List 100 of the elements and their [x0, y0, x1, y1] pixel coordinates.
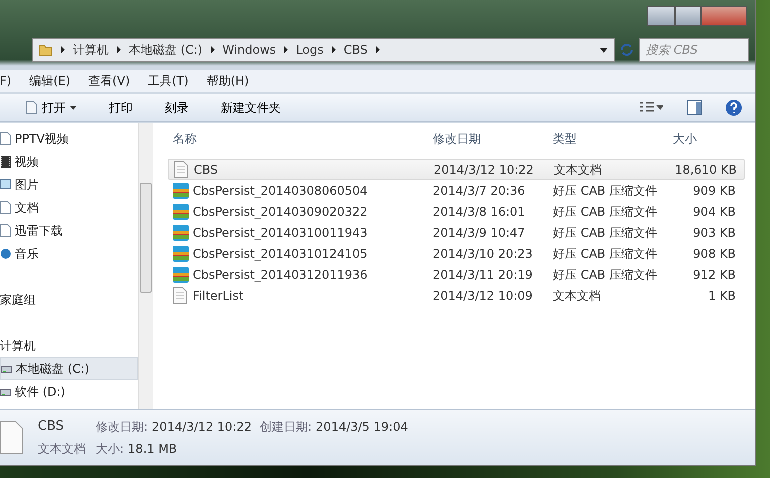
music-icon — [0, 246, 12, 260]
breadcrumb-item[interactable]: Windows — [222, 41, 276, 59]
toolbar-button[interactable]: 打开 — [14, 96, 89, 118]
file-row[interactable]: CBS 2014/3/12 10:22 文本文档 18,610 KB — [168, 159, 745, 180]
nav-item[interactable]: 本地磁盘 (C:) — [0, 357, 138, 380]
breadcrumb-item[interactable]: 计算机 — [73, 41, 109, 59]
column-header[interactable]: 类型 — [548, 130, 668, 148]
column-header[interactable]: 大小 — [668, 130, 740, 148]
table-cell-text: 好压 CAB 压缩文件 — [552, 266, 658, 284]
text-file-icon — [174, 160, 190, 178]
text-file-icon — [0, 421, 24, 455]
nav-item[interactable]: 图片 — [0, 173, 138, 196]
address-bar[interactable]: 计算机 本地磁盘 (C:) Windows Logs CBS — [32, 38, 615, 62]
breadcrumb-item[interactable]: Logs — [296, 41, 324, 59]
breadcrumb-item[interactable]: CBS — [344, 41, 368, 59]
view-list-icon[interactable] — [639, 100, 663, 114]
menu-item[interactable]: 编辑(E) — [30, 72, 71, 90]
close-button[interactable] — [701, 6, 747, 26]
chevron-icon — [376, 46, 380, 54]
file-name: CBS — [194, 162, 218, 178]
field-label: 修改日期: — [96, 419, 148, 436]
nav-item[interactable]: 文档 — [0, 196, 138, 219]
file-name: CbsPersist_20140309020322 — [193, 204, 368, 220]
toolbar-button[interactable]: 打印 — [97, 96, 145, 118]
table-cell-text: 18,610 KB — [674, 162, 738, 178]
nav-item[interactable]: 音乐 — [0, 242, 138, 265]
nav-item[interactable]: 家庭组 — [0, 288, 138, 311]
field-label: 大小: — [96, 441, 124, 458]
breadcrumb-item[interactable]: 本地磁盘 (C:) — [129, 41, 203, 59]
archive-icon — [173, 224, 189, 242]
dropdown-icon — [600, 48, 608, 52]
chevron-icon — [332, 46, 336, 54]
file-name: CBS — [38, 418, 66, 436]
nav-item[interactable]: PPTV视频 — [0, 127, 138, 150]
nav-item[interactable]: 软件 (D:) — [0, 380, 138, 403]
file-row[interactable]: FilterList 2014/3/12 10:09 文本文档 1 KB — [168, 285, 745, 306]
table-cell-text: 2014/3/7 20:36 — [432, 182, 526, 200]
file-row[interactable]: CbsPersist_20140310011943 2014/3/9 10:47 好压 CAB 压缩文件 903 KB — [168, 222, 745, 243]
archive-icon — [173, 202, 189, 220]
file-name: CbsPersist_20140310124105 — [193, 246, 368, 262]
maximize-button[interactable] — [675, 6, 701, 26]
minimize-button[interactable] — [647, 6, 675, 26]
field-value: 2014/3/12 10:22 — [152, 419, 252, 436]
table-cell-text: 好压 CAB 压缩文件 — [552, 246, 658, 262]
chevron-icon — [117, 46, 121, 54]
file-name: CbsPersist_20140310011943 — [193, 224, 368, 242]
table-cell-text: 2014/3/12 10:09 — [432, 288, 534, 304]
file-row[interactable]: CbsPersist_20140308060504 2014/3/7 20:36 好压 CAB 压缩文件 909 KB — [168, 180, 745, 201]
search-field[interactable]: 搜索 CBS — [639, 38, 749, 62]
archive-icon — [173, 266, 189, 284]
document-icon — [26, 100, 38, 114]
table-cell-text: 2014/3/9 10:47 — [432, 224, 526, 242]
file-row[interactable]: CbsPersist_20140309020322 2014/3/8 16:01 好压 CAB 压缩文件 904 KB — [168, 201, 745, 222]
field-value: 18.1 MB — [128, 441, 178, 458]
chevron-icon — [284, 46, 288, 54]
folder-icon — [39, 43, 53, 57]
text-file-icon — [173, 286, 189, 304]
film-icon — [0, 154, 12, 168]
file-name: FilterList — [193, 288, 244, 304]
chevron-icon — [61, 46, 65, 54]
menu-item[interactable]: 帮助(H) — [206, 72, 250, 90]
menu-item[interactable]: F) — [0, 72, 12, 90]
help-icon[interactable] — [725, 98, 743, 116]
table-cell-text: 908 KB — [692, 246, 737, 262]
file-name: CbsPersist_20140308060504 — [193, 182, 368, 200]
file-row[interactable]: CbsPersist_20140312011936 2014/3/11 20:19 好压 CAB 压缩文件 912 KB — [168, 264, 745, 285]
table-cell-text: 2014/3/12 10:22 — [433, 162, 535, 178]
nav-item[interactable]: 迅雷下载 — [0, 219, 138, 242]
table-cell-text: 1 KB — [707, 288, 737, 304]
toolbar-button[interactable]: 新建文件夹 — [209, 96, 293, 118]
table-cell-text: 好压 CAB 压缩文件 — [552, 182, 658, 200]
archive-icon — [173, 244, 189, 262]
table-cell-text: 好压 CAB 压缩文件 — [552, 224, 658, 242]
file-type: 文本文档 — [38, 441, 87, 458]
nav-item[interactable]: 视频 — [0, 150, 138, 173]
preview-pane-icon[interactable] — [687, 100, 703, 116]
archive-icon — [173, 182, 189, 200]
scrollbar[interactable] — [138, 123, 153, 409]
toolbar-button[interactable]: 刻录 — [153, 96, 201, 118]
table-cell-text: 2014/3/8 16:01 — [432, 204, 526, 220]
file-name: CbsPersist_20140312011936 — [193, 266, 368, 284]
nav-item[interactable]: 计算机 — [0, 334, 138, 357]
table-cell-text: 912 KB — [692, 266, 737, 284]
column-header[interactable]: 名称 — [168, 130, 428, 148]
file-row[interactable]: CbsPersist_20140310124105 2014/3/10 20:23 好压 CAB 压缩文件 908 KB — [168, 243, 745, 264]
menu-item[interactable]: 查看(V) — [88, 72, 130, 90]
table-cell-text: 904 KB — [692, 204, 737, 220]
table-cell-text: 2014/3/10 20:23 — [432, 246, 534, 262]
field-value: 2014/3/5 19:04 — [316, 419, 408, 436]
table-cell-text: 909 KB — [692, 182, 737, 200]
table-cell-text: 好压 CAB 压缩文件 — [552, 204, 658, 220]
menu-item[interactable]: 工具(T) — [148, 72, 189, 90]
field-label: 创建日期: — [260, 419, 312, 436]
chevron-icon — [210, 46, 215, 54]
picture-icon — [0, 178, 12, 192]
table-cell-text: 文本文档 — [553, 162, 603, 178]
refresh-icon — [619, 42, 635, 58]
table-cell-text: 文本文档 — [552, 288, 602, 304]
table-cell-text: 2014/3/11 20:19 — [432, 266, 534, 284]
column-header[interactable]: 修改日期 — [428, 130, 548, 148]
